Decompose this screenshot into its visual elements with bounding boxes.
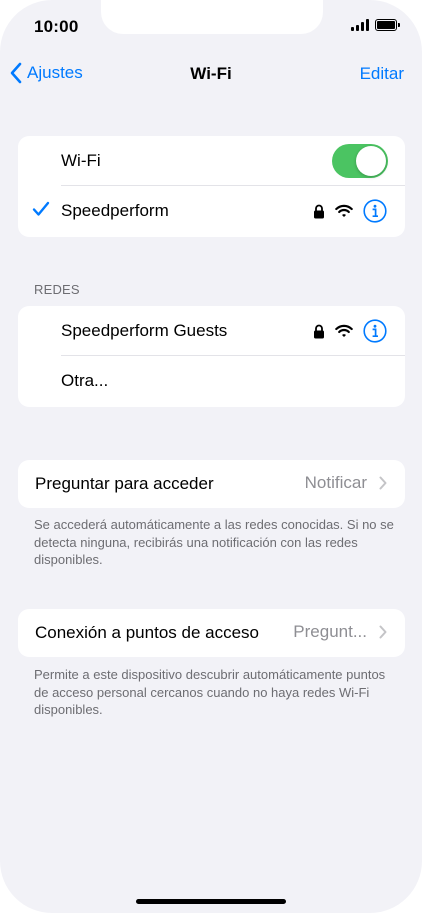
ask-to-join-footnote: Se accederá automáticamente a las redes … <box>34 517 394 567</box>
navigation-bar: Ajustes Wi-Fi Editar <box>0 58 422 92</box>
info-icon[interactable] <box>363 199 387 223</box>
phone-screen: 10:00 Ajustes Wi-Fi Editar Wi-Fi Speedpe… <box>0 0 422 913</box>
ask-to-join-value-group: Notificar <box>305 473 387 493</box>
connected-network-row[interactable]: Speedperform <box>18 186 405 236</box>
chevron-right-icon <box>379 625 387 639</box>
networks-section-header: REDES <box>34 282 80 297</box>
hotspot-value-group: Pregunt... <box>293 622 387 642</box>
ask-to-join-card: Preguntar para acceder Notificar <box>18 460 405 508</box>
wifi-toggle-row: Wi-Fi <box>18 136 405 186</box>
other-network-label: Otra... <box>61 371 109 390</box>
wifi-card: Wi-Fi Speedperform <box>18 136 405 237</box>
edit-button[interactable]: Editar <box>360 64 404 84</box>
lock-icon <box>314 204 324 218</box>
lock-icon <box>314 324 324 338</box>
home-indicator[interactable] <box>136 899 286 904</box>
networks-card: Speedperform Guests Otra... <box>18 306 405 407</box>
ask-to-join-row[interactable]: Preguntar para acceder Notificar <box>18 460 405 508</box>
battery-icon <box>375 19 400 31</box>
wifi-label: Wi-Fi <box>61 151 101 170</box>
network-status-icons <box>313 319 387 343</box>
hotspot-value: Pregunt... <box>293 622 367 641</box>
notch <box>101 0 323 34</box>
connected-network-name: Speedperform <box>61 201 169 220</box>
wifi-toggle[interactable] <box>332 144 388 178</box>
hotspot-row[interactable]: Conexión a puntos de acceso Pregunt... <box>18 609 405 657</box>
ask-to-join-label: Preguntar para acceder <box>35 474 214 493</box>
hotspot-label: Conexión a puntos de acceso <box>35 623 259 642</box>
wifi-icon <box>335 324 353 337</box>
info-icon[interactable] <box>363 319 387 343</box>
checkmark-icon <box>32 201 50 216</box>
status-time: 10:00 <box>34 17 79 36</box>
status-icons <box>351 19 400 31</box>
chevron-right-icon <box>379 476 387 490</box>
network-status-icons <box>313 199 387 223</box>
cellular-signal-icon <box>351 19 369 31</box>
hotspot-card: Conexión a puntos de acceso Pregunt... <box>18 609 405 657</box>
network-name: Speedperform Guests <box>61 321 228 340</box>
network-row[interactable]: Speedperform Guests <box>18 306 405 356</box>
ask-to-join-value: Notificar <box>304 473 367 492</box>
other-network-row[interactable]: Otra... <box>18 356 405 406</box>
hotspot-footnote: Permite a este dispositivo descubrir aut… <box>34 667 386 717</box>
wifi-icon <box>335 204 353 217</box>
